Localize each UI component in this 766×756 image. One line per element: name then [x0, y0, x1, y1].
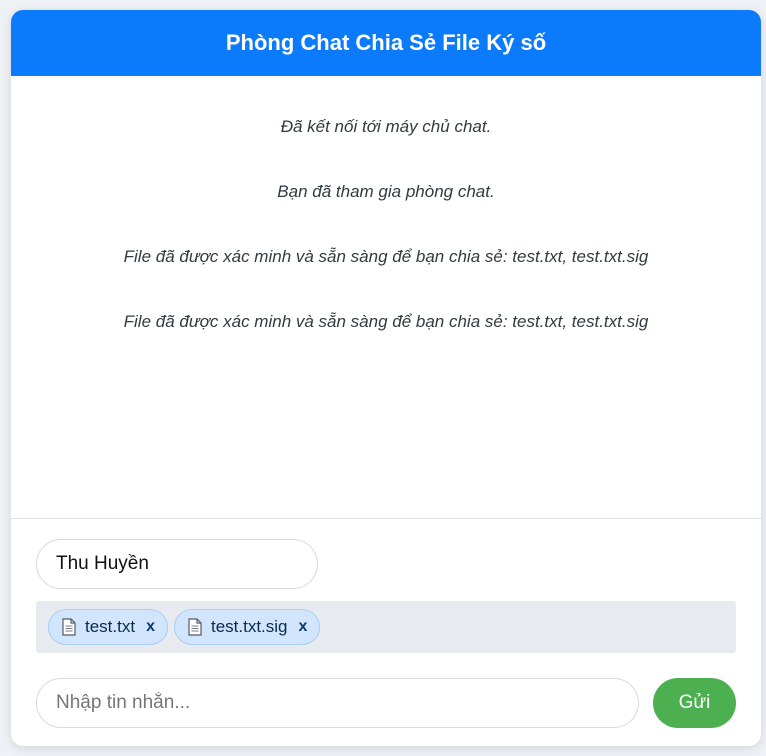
- remove-attachment-button[interactable]: x: [146, 618, 155, 636]
- attachment-bar: test.txt x test.txt.sig x: [36, 601, 736, 653]
- attachment-chip[interactable]: test.txt.sig x: [173, 609, 321, 645]
- chat-title: Phòng Chat Chia Sẻ File Ký số: [225, 30, 547, 55]
- message-list[interactable]: Đã kết nối tới máy chủ chat. Bạn đã tham…: [11, 76, 761, 519]
- attachment-name: test.txt: [85, 617, 136, 636]
- chat-header: Phòng Chat Chia Sẻ File Ký số: [11, 10, 761, 76]
- chat-window: Phòng Chat Chia Sẻ File Ký số Đã kết nối…: [11, 10, 761, 746]
- document-icon: [62, 618, 76, 636]
- attachment-chip[interactable]: test.txt x: [48, 609, 168, 645]
- username-input[interactable]: [36, 539, 318, 589]
- system-message: File đã được xác minh và sẵn sàng để bạn…: [123, 247, 649, 266]
- send-button[interactable]: Gửi: [653, 678, 736, 728]
- system-message: Đã kết nối tới máy chủ chat.: [280, 117, 492, 136]
- system-message: Bạn đã tham gia phòng chat.: [277, 182, 495, 201]
- message-input[interactable]: [36, 678, 639, 728]
- document-icon: [188, 618, 202, 636]
- attachment-name: test.txt.sig: [210, 617, 288, 636]
- system-message: File đã được xác minh và sẵn sàng để bạn…: [123, 312, 649, 331]
- remove-attachment-button[interactable]: x: [299, 618, 308, 636]
